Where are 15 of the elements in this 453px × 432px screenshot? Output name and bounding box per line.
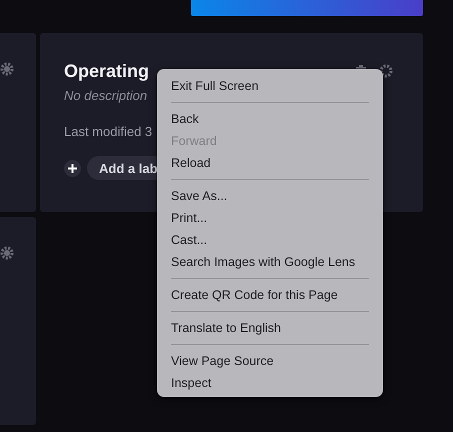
menu-item[interactable]: Search Images with Google Lens <box>157 251 383 273</box>
last-modified-text: Last modified 3 <box>64 124 154 139</box>
menu-item[interactable]: Cast... <box>157 229 383 251</box>
menu-item[interactable]: Create QR Code for this Page <box>157 284 383 306</box>
gear-icon[interactable] <box>379 64 393 78</box>
menu-item[interactable]: Save As... <box>157 185 383 207</box>
menu-item[interactable]: Translate to English <box>157 317 383 339</box>
menu-item[interactable]: Inspect <box>157 372 383 394</box>
menu-item[interactable]: Exit Full Screen <box>157 75 383 97</box>
add-icon[interactable] <box>64 160 81 176</box>
card-description: No description <box>64 88 148 103</box>
menu-item[interactable]: Back <box>157 108 383 130</box>
menu-item[interactable]: View Page Source <box>157 350 383 372</box>
card-title: Operating <box>64 60 150 82</box>
menu-item[interactable]: Print... <box>157 207 383 229</box>
